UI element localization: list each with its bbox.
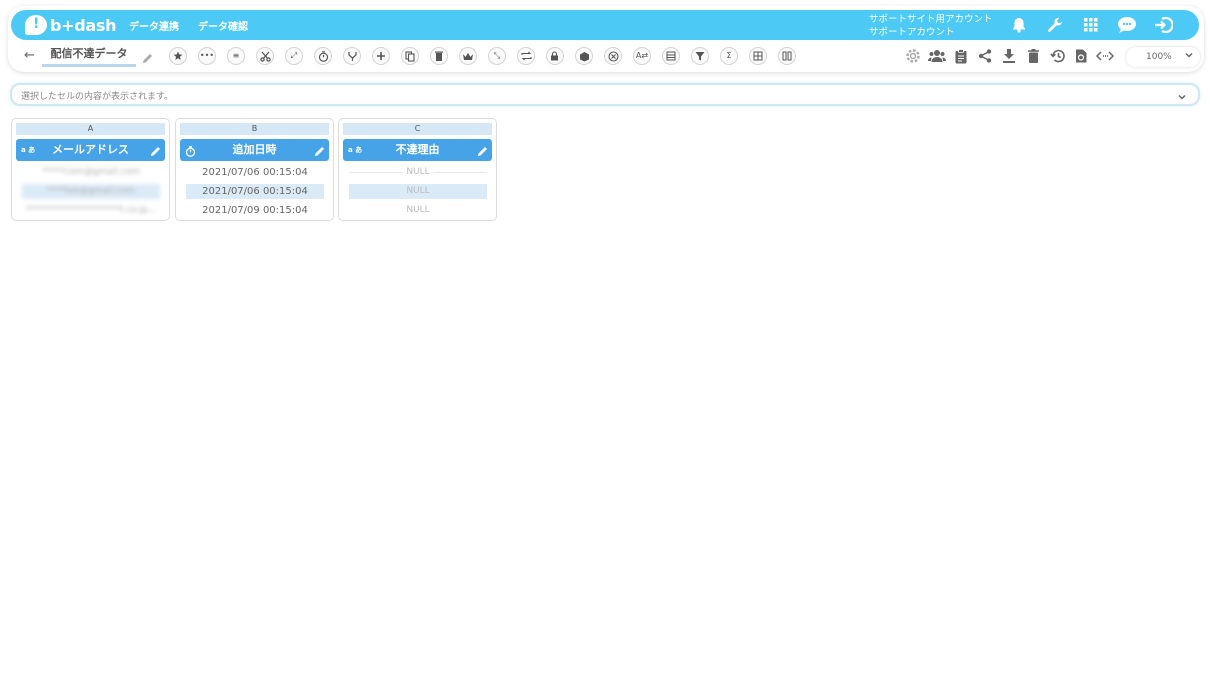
download-icon[interactable] (1000, 47, 1018, 65)
table-cell[interactable]: 2021/07/06 00:15:04 (186, 165, 324, 180)
chevron-down-icon[interactable] (1176, 88, 1188, 107)
replace-icon[interactable]: A⇄ (633, 47, 651, 65)
nav-data-confirm[interactable]: データ確認 (198, 18, 248, 33)
grid-merge-icon[interactable] (749, 47, 767, 65)
nav-data-integration[interactable]: データ連携 (129, 18, 179, 33)
more-icon[interactable]: ••• (198, 47, 216, 65)
lock-icon[interactable] (546, 47, 564, 65)
column-header[interactable]: 追加日時 (180, 139, 329, 161)
columns-icon[interactable] (778, 47, 796, 65)
null-value: NULL (403, 167, 433, 177)
logout-icon[interactable] (1152, 15, 1174, 35)
zoom-value: 100% (1146, 52, 1172, 62)
edit-column-icon[interactable] (314, 143, 325, 165)
table-cell[interactable]: *********************t.co.jp... (22, 203, 160, 218)
null-value: NULL (406, 205, 430, 215)
logo-bubble-icon (25, 15, 47, 35)
scissors-icon[interactable] (256, 47, 274, 65)
grid-icon[interactable] (1080, 15, 1102, 35)
table-cell[interactable]: NULL (349, 165, 487, 180)
cell-content-placeholder: 選択したセルの内容が表示されます。 (21, 92, 174, 102)
chevron-down-icon (1184, 50, 1194, 63)
column-b: B 追加日時 2021/07/06 00:15:04 2021/07/06 00… (175, 118, 334, 221)
table-cell[interactable]: ****tok@gmail.com (22, 184, 160, 199)
table-title[interactable]: 配信不達データ (42, 47, 136, 67)
box-icon[interactable] (575, 47, 593, 65)
table-cell[interactable]: NULL (349, 184, 487, 199)
expand-icon[interactable]: ⤢ (285, 47, 303, 65)
column-c: C a あ 不達理由 NULL NULL NULL (338, 118, 497, 221)
star-icon[interactable] (169, 47, 187, 65)
logo-text: b+dash (50, 15, 117, 35)
crown-icon[interactable] (459, 47, 477, 65)
column-header[interactable]: a あ 不達理由 (343, 139, 492, 161)
cell-content-bar[interactable]: 選択したセルの内容が表示されます。 (10, 83, 1200, 106)
close-circle-icon[interactable] (604, 47, 622, 65)
chat-icon[interactable] (1116, 15, 1138, 35)
zoom-select[interactable]: 100% (1126, 47, 1200, 67)
column-header-label: メールアドレス (52, 143, 129, 156)
history-icon[interactable] (1048, 47, 1066, 65)
gear-icon[interactable] (904, 47, 922, 65)
column-letter[interactable]: C (343, 123, 492, 135)
edit-title-icon[interactable] (142, 49, 153, 68)
app-logo[interactable]: b+dash (25, 14, 117, 36)
account-line2: サポートアカウント (869, 27, 955, 38)
branch-icon[interactable] (343, 47, 361, 65)
text-type-icon: a あ (348, 146, 363, 154)
table-cell[interactable]: 2021/07/06 00:15:04 (186, 184, 324, 199)
wrench-icon[interactable] (1044, 15, 1066, 35)
text-type-icon: a あ (21, 146, 36, 154)
repeat-icon[interactable] (517, 47, 535, 65)
copy-icon[interactable] (401, 47, 419, 65)
delete-row-icon[interactable] (430, 47, 448, 65)
table-cell[interactable]: 2021/07/09 00:15:04 (186, 203, 324, 218)
column-header[interactable]: a あ メールアドレス (16, 139, 165, 161)
column-letter[interactable]: B (180, 123, 329, 135)
table-cell[interactable]: *****com@gmail.com (22, 165, 160, 180)
clipboard-icon[interactable] (952, 47, 970, 65)
shrink-icon[interactable]: ⤡ (488, 47, 506, 65)
toolbar: ← 配信不達データ ••• ≡ ⤢ ⤡ A⇄ Σ 100% (8, 44, 1204, 70)
column-letter[interactable]: A (16, 123, 165, 135)
table-cell[interactable]: NULL (349, 203, 487, 218)
code-icon[interactable] (1096, 47, 1114, 65)
account-name[interactable]: サポートサイト用アカウント サポートアカウント (869, 13, 993, 39)
timer-type-icon (185, 144, 196, 166)
share-icon[interactable] (976, 47, 994, 65)
table-icon[interactable] (662, 47, 680, 65)
null-value: NULL (406, 186, 430, 196)
users-icon[interactable] (928, 47, 946, 65)
menu-icon[interactable]: ≡ (227, 47, 245, 65)
edit-column-icon[interactable] (150, 143, 161, 165)
header-card: b+dash データ連携 データ確認 サポートサイト用アカウント サポートアカウ… (8, 6, 1204, 72)
top-navigation-bar: b+dash データ連携 データ確認 サポートサイト用アカウント サポートアカウ… (11, 10, 1199, 40)
column-header-label: 追加日時 (232, 143, 277, 156)
trash-icon[interactable] (1024, 47, 1042, 65)
plus-icon[interactable] (372, 47, 390, 65)
refresh-doc-icon[interactable] (1072, 47, 1090, 65)
filter-icon[interactable] (691, 47, 709, 65)
column-header-label: 不達理由 (395, 143, 440, 156)
back-arrow-icon[interactable]: ← (24, 48, 35, 63)
bell-icon[interactable] (1008, 15, 1030, 35)
sum-icon[interactable]: Σ (720, 47, 738, 65)
account-line1: サポートサイト用アカウント (869, 14, 993, 25)
column-a: A a あ メールアドレス *****com@gmail.com ****tok… (11, 118, 170, 221)
timer-icon[interactable] (314, 47, 332, 65)
edit-column-icon[interactable] (477, 143, 488, 165)
